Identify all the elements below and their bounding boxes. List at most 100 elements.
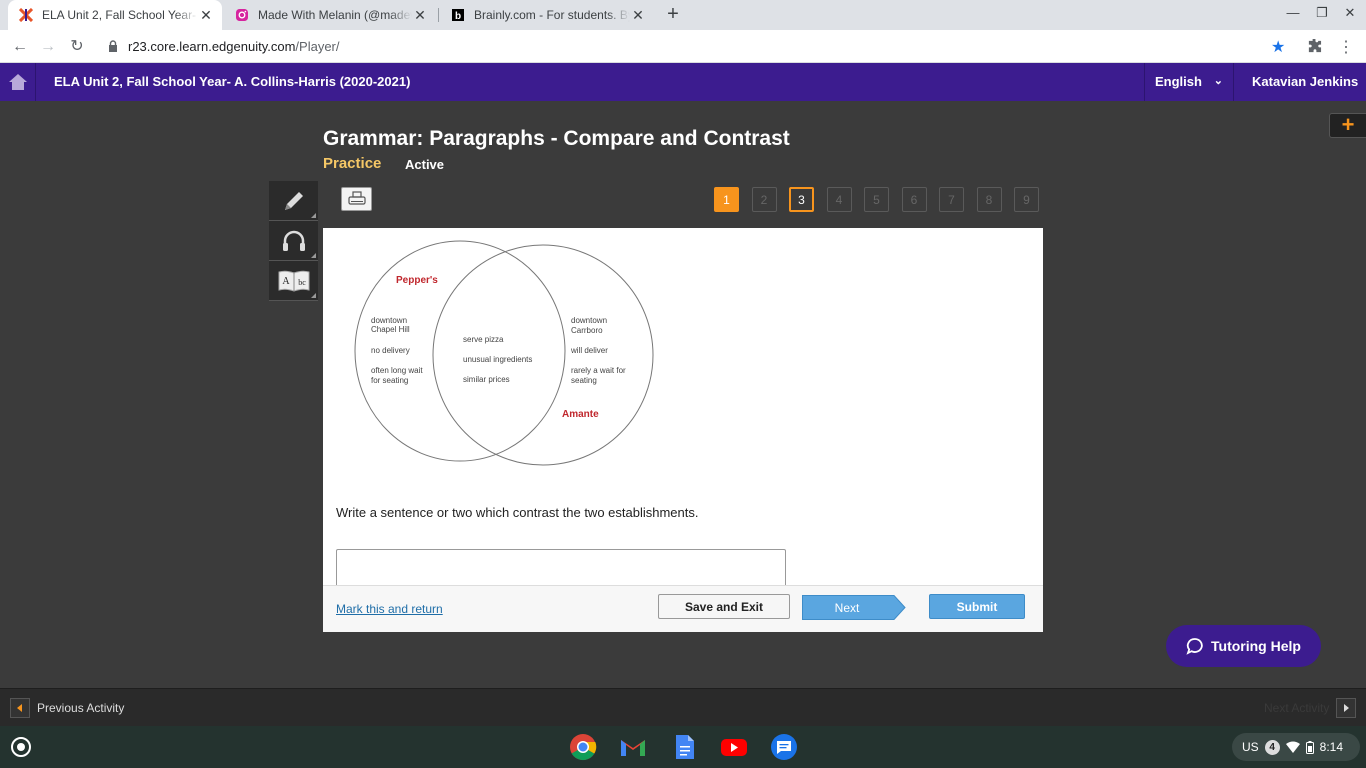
venn-left-title: Pepper's (396, 275, 438, 286)
close-tab-icon[interactable]: ✕ (198, 7, 214, 24)
page-button-4[interactable]: 4 (826, 187, 852, 212)
course-header: ELA Unit 2, Fall School Year- A. Collins… (0, 63, 1366, 101)
venn-left-item: Chapel Hill (371, 325, 410, 334)
page-button-2[interactable]: 2 (751, 187, 777, 212)
page-button-7[interactable]: 7 (939, 187, 964, 212)
tab-instagram[interactable]: Made With Melanin (@madewithmelanin) ✕ (224, 0, 436, 30)
svg-text:A: A (282, 276, 290, 287)
venn-middle-item: unusual ingredients (463, 355, 532, 364)
svg-text:bc: bc (298, 278, 306, 287)
pencil-tool-button[interactable] (269, 181, 318, 221)
venn-middle-item: serve pizza (463, 335, 504, 344)
bookmark-star-icon[interactable]: ★ (1271, 37, 1285, 57)
printer-icon (347, 191, 366, 205)
next-activity-label: Next Activity (1264, 701, 1330, 715)
messages-app-icon[interactable] (770, 733, 798, 761)
restore-icon[interactable]: ❐ (1312, 5, 1332, 21)
user-name[interactable]: Katavian Jenkins (1252, 74, 1358, 89)
venn-right-item: seating (571, 376, 597, 385)
page-button-5[interactable]: 5 (864, 187, 889, 212)
chat-bubble-icon (1186, 638, 1203, 655)
google-docs-app-icon[interactable] (670, 733, 698, 761)
notification-badge: 4 (1264, 739, 1280, 755)
venn-right-item: downtown (571, 316, 607, 325)
svg-text:b: b (455, 11, 461, 22)
page-button-3[interactable]: 3 (789, 187, 814, 212)
minimize-icon[interactable]: — (1283, 5, 1303, 20)
brainly-icon: b (450, 7, 466, 23)
close-tab-icon[interactable]: ✕ (412, 7, 428, 24)
home-icon (9, 74, 27, 90)
activity-status: Active (405, 157, 445, 172)
question-panel: Pepper's Amante downtown Chapel Hill no … (323, 228, 1043, 632)
page-button-6[interactable]: 6 (901, 187, 927, 212)
close-window-icon[interactable]: ✕ (1340, 5, 1360, 21)
next-activity-button[interactable] (1336, 698, 1356, 718)
instagram-icon (234, 7, 250, 23)
mark-and-return-link[interactable]: Mark this and return (336, 602, 443, 616)
pencil-icon (284, 191, 303, 210)
lesson-title: Grammar: Paragraphs - Compare and Contra… (323, 127, 790, 150)
venn-left-item: for seating (371, 376, 408, 385)
tutoring-help-label: Tutoring Help (1211, 638, 1301, 654)
tab-edgenuity[interactable]: ELA Unit 2, Fall School Year- A. Collins… (8, 0, 222, 30)
tutoring-help-button[interactable]: Tutoring Help (1166, 625, 1321, 667)
venn-middle-item: similar prices (463, 375, 510, 384)
course-title: ELA Unit 2, Fall School Year- A. Collins… (54, 74, 411, 89)
tab-separator (438, 8, 439, 22)
expand-plus-button[interactable]: + (1329, 113, 1366, 138)
previous-activity-label[interactable]: Previous Activity (37, 701, 124, 715)
chrome-app-icon[interactable] (569, 733, 597, 761)
next-button-label: Next (834, 600, 860, 615)
language-label: English (1155, 74, 1202, 89)
print-button[interactable] (341, 187, 372, 211)
activity-type: Practice (323, 155, 382, 172)
venn-right-item: will deliver (570, 346, 608, 355)
reload-icon[interactable]: ↻ (66, 36, 88, 58)
browser-tab-bar: ELA Unit 2, Fall School Year- A. Collins… (0, 0, 1366, 30)
tab-title: ELA Unit 2, Fall School Year- A. Collins… (42, 8, 198, 22)
url-field[interactable]: r23.core.learn.edgenuity.com/Player/ (128, 39, 340, 54)
lock-icon[interactable] (108, 40, 118, 52)
home-button[interactable] (0, 63, 36, 101)
locale-indicator: US (1242, 740, 1259, 754)
venn-right-item: Carrboro (571, 326, 603, 335)
question-prompt: Write a sentence or two which contrast t… (336, 505, 699, 520)
extensions-puzzle-icon[interactable] (1307, 38, 1322, 57)
youtube-app-icon[interactable] (720, 733, 748, 761)
gmail-app-icon[interactable] (619, 733, 647, 761)
browser-menu-icon[interactable]: ⋮ (1338, 37, 1354, 57)
url-path: /Player/ (295, 39, 340, 54)
page-button-1[interactable]: 1 (714, 187, 739, 212)
forward-icon[interactable]: → (37, 36, 59, 58)
venn-diagram: Pepper's Amante downtown Chapel Hill no … (354, 240, 654, 466)
language-dropdown[interactable]: English ⌄ (1144, 63, 1234, 101)
triangle-right-icon (1344, 704, 1349, 712)
previous-activity-button[interactable] (10, 698, 30, 718)
tab-title: Brainly.com - For students. By students. (474, 8, 630, 22)
venn-left-item: downtown (371, 316, 407, 325)
tab-brainly[interactable]: b Brainly.com - For students. By student… (440, 0, 654, 30)
system-tray[interactable]: US 4 8:14 (1232, 733, 1360, 761)
venn-left-item: often long wait (371, 366, 423, 375)
submit-button[interactable]: Submit (929, 594, 1025, 619)
triangle-left-icon (17, 704, 22, 712)
edgenuity-icon (18, 7, 34, 23)
back-icon[interactable]: ← (9, 36, 31, 58)
page-button-8[interactable]: 8 (976, 187, 1002, 212)
launcher-icon[interactable] (11, 737, 31, 757)
venn-right-item: rarely a wait for (571, 366, 626, 375)
page-button-9[interactable]: 9 (1014, 187, 1039, 212)
new-tab-button[interactable]: + (662, 4, 684, 26)
wifi-icon (1285, 741, 1300, 753)
venn-right-title: Amante (562, 409, 599, 420)
audio-tool-button[interactable] (269, 221, 318, 261)
close-tab-icon[interactable]: ✕ (630, 7, 646, 24)
page-navigation: 1 2 3 4 5 6 7 8 9 (714, 187, 1052, 212)
dictionary-tool-button[interactable]: Abc (269, 261, 318, 301)
tools-sidebar: Abc (269, 181, 318, 301)
chevron-down-icon: ⌄ (1213, 75, 1223, 87)
save-and-exit-button[interactable]: Save and Exit (658, 594, 790, 619)
next-button[interactable]: Next (802, 595, 906, 620)
activity-navigation-bar: Previous Activity Next Activity (0, 688, 1366, 726)
